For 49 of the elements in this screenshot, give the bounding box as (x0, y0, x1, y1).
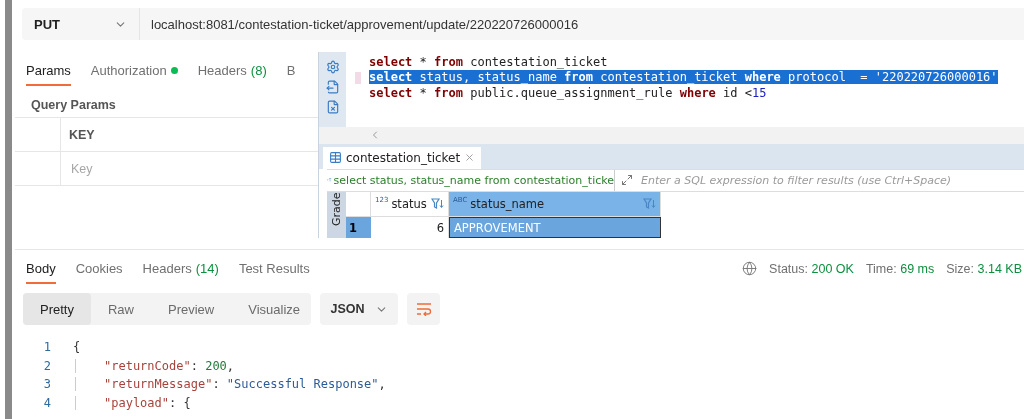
wrap-lines-icon (415, 302, 432, 316)
key-input[interactable]: Key (69, 152, 273, 185)
sql-line: select * from public.queue_assignment_rule where id <15 (369, 85, 767, 100)
section-title: Query Params (31, 96, 116, 114)
request-tab[interactable]: Authorization (90, 58, 178, 86)
horizontal-scrollbar[interactable] (319, 126, 1024, 144)
request-tab[interactable]: Headers (8) (197, 58, 267, 86)
url-field[interactable]: localhost:8081/contestation-ticket/approvement/update/220220726000016 (140, 8, 1024, 40)
response-stat: Status: 200 OK (769, 261, 854, 276)
response-tab[interactable]: Cookies (75, 256, 123, 284)
filter-sort-icon[interactable] (431, 198, 444, 210)
query-text: select status, status_name from contestation_ticke (327, 169, 615, 191)
results-tab[interactable]: contestation_ticket (323, 146, 482, 169)
response-tab[interactable]: Headers (14) (142, 256, 219, 284)
filter-sort-icon[interactable] (643, 198, 656, 210)
table-icon (329, 151, 342, 165)
document-export-icon[interactable] (325, 80, 340, 94)
document-error-icon[interactable] (325, 100, 340, 114)
table-cell: APPROVEMENT (449, 217, 661, 238)
request-tab[interactable]: B (286, 58, 296, 86)
response-stat: Time: 69 ms (865, 261, 935, 276)
view-mode-button[interactable]: Pretty (23, 293, 91, 325)
response-tab[interactable]: Body (26, 256, 56, 284)
settings-icon[interactable] (325, 60, 340, 74)
code-line: "returnCode": 200, (75, 358, 235, 373)
response-stat: Size: 3.14 KB (946, 261, 1022, 276)
response-tab[interactable]: Test Results (238, 256, 310, 284)
code-line: "returnMessage": "Successful Response", (75, 377, 386, 392)
request-tab[interactable]: Params (26, 58, 71, 86)
view-mode-button[interactable]: Preview (151, 293, 232, 325)
globe-icon[interactable] (742, 261, 758, 276)
grid-side-tab[interactable]: Grade (327, 192, 346, 238)
expand-icon[interactable] (621, 174, 633, 187)
view-mode-button[interactable]: Raw (90, 293, 151, 325)
code-line: { (73, 340, 81, 355)
view-mode-button[interactable]: Visualize (231, 293, 318, 325)
wrap-lines-button[interactable] (407, 293, 440, 325)
close-icon[interactable] (464, 152, 476, 164)
row-number[interactable]: 1 (346, 217, 371, 238)
sql-line: select * from contestation_ticket (369, 54, 608, 69)
column-header: KEY (68, 126, 95, 144)
line-number: 1 (42, 340, 52, 355)
line-number: 3 (42, 377, 52, 392)
format-dropdown[interactable]: JSON (320, 293, 398, 325)
code-line: "payload": { (75, 395, 191, 410)
status-dot-icon (170, 67, 178, 74)
line-number: 4 (42, 395, 52, 410)
line-number: 2 (42, 358, 52, 373)
method-dropdown[interactable]: PUT (22, 8, 140, 40)
